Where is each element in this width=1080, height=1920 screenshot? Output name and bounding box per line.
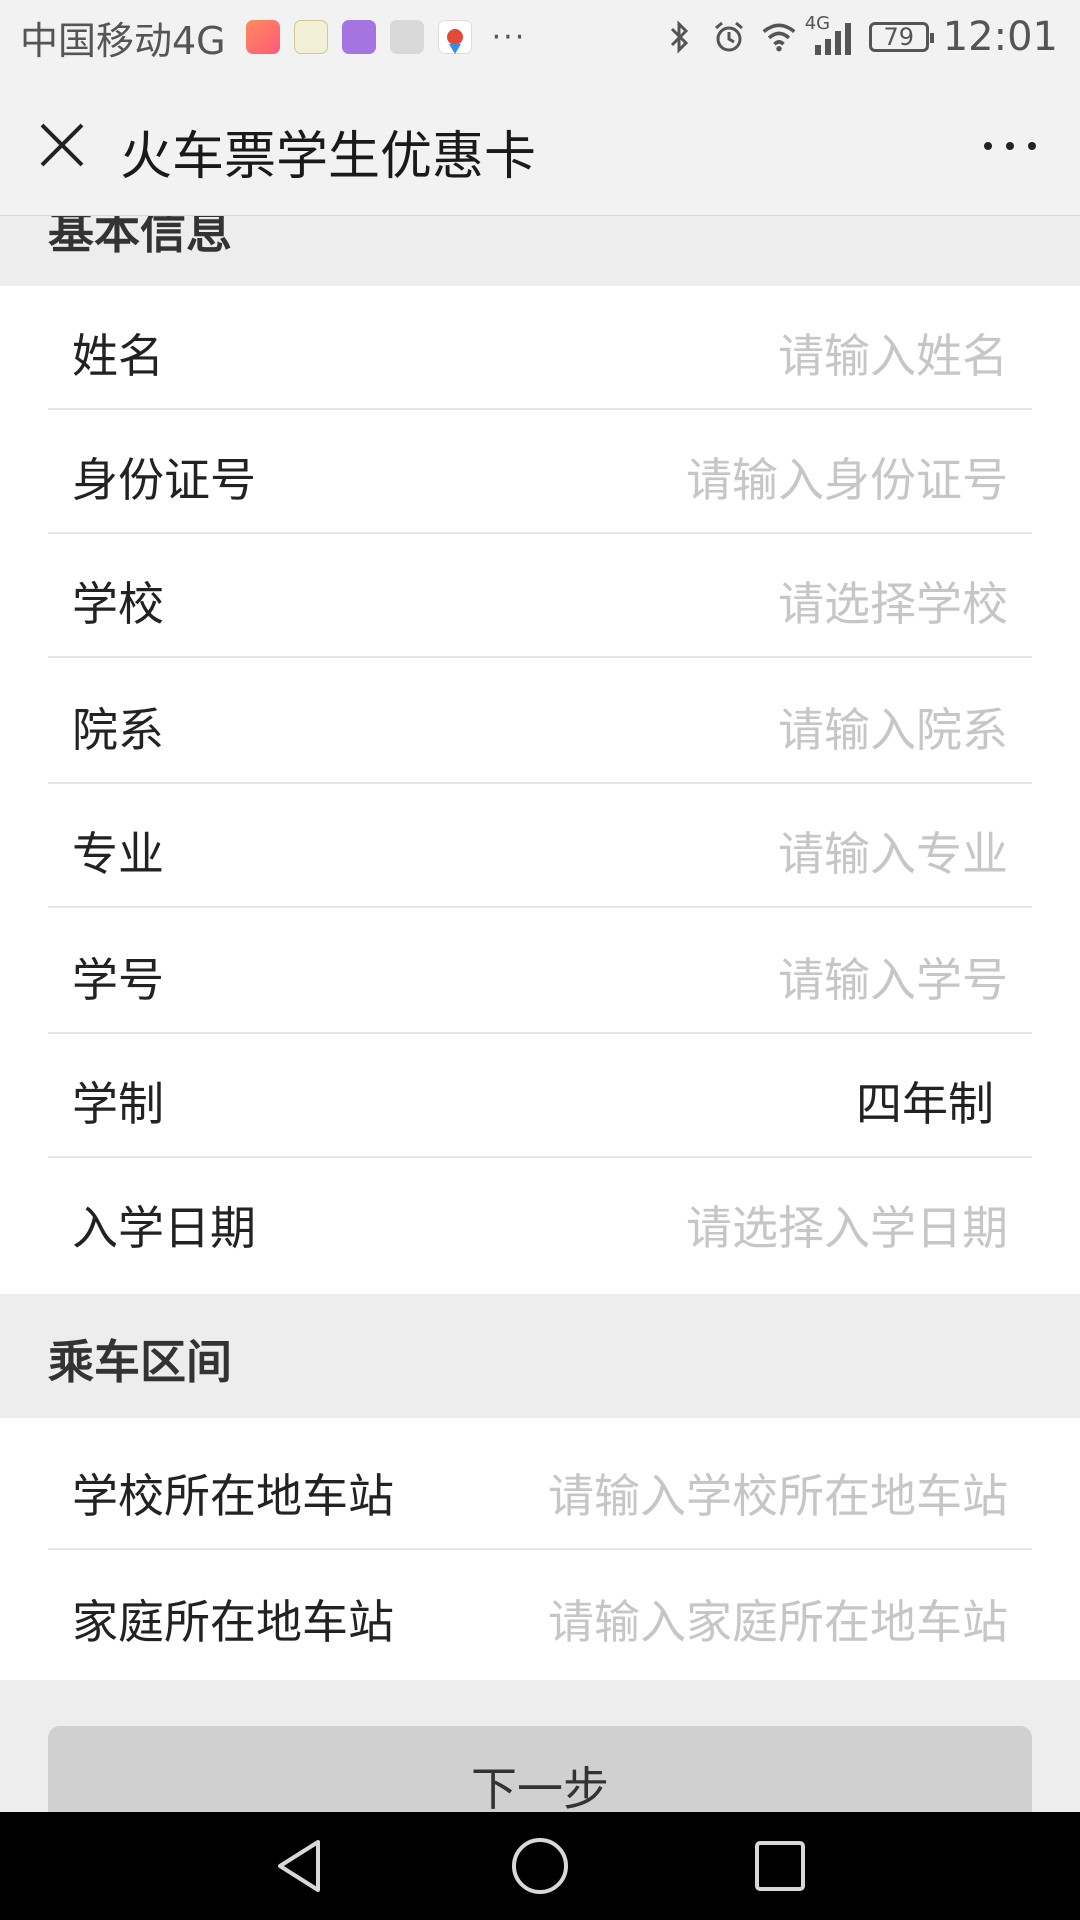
gallery-app-icon <box>341 20 376 54</box>
signal-icon: 4G <box>805 13 855 57</box>
basic-info-group: 姓名 请输入姓名 身份证号 请输入身份证号 学校 请选择学校 院系 请输入院系 … <box>0 286 1080 1294</box>
program-length-select[interactable]: 四年制 <box>856 1068 994 1134</box>
back-icon[interactable] <box>270 1836 330 1896</box>
field-home-station[interactable]: 家庭所在地车站 请输入家庭所在地车站 <box>48 1552 1032 1676</box>
school-select[interactable]: 请选择学校 <box>778 568 1008 634</box>
field-student-id[interactable]: 学号 请输入学号 <box>48 910 1032 1034</box>
battery-level: 79 <box>883 23 914 51</box>
id-number-input[interactable]: 请输入身份证号 <box>686 444 1008 510</box>
map-app-icon <box>437 20 472 54</box>
field-label: 入学日期 <box>72 1201 256 1255</box>
recents-icon[interactable] <box>750 1836 810 1896</box>
field-department[interactable]: 院系 请输入院系 <box>48 660 1032 784</box>
field-id-number[interactable]: 身份证号 请输入身份证号 <box>48 410 1032 534</box>
student-id-input[interactable]: 请输入学号 <box>778 944 1008 1010</box>
section-title: 基本信息 <box>48 216 232 259</box>
field-label: 专业 <box>72 827 164 881</box>
education-app-icon <box>293 20 328 54</box>
close-icon[interactable] <box>36 119 88 171</box>
section-header-basic-info: 基本信息 <box>0 216 1080 286</box>
status-bar: 中国移动4G ··· 4G 79 12:01 <box>0 0 1080 74</box>
field-major[interactable]: 专业 请输入专业 <box>48 784 1032 908</box>
field-label: 姓名 <box>72 329 164 383</box>
font-app-icon <box>389 20 424 54</box>
more-notifications-icon: ··· <box>491 19 527 55</box>
title-bar: 火车票学生优惠卡 <box>0 74 1080 216</box>
next-step-label: 下一步 <box>471 1762 609 1812</box>
field-label: 身份证号 <box>72 453 256 507</box>
field-enrollment-date[interactable]: 入学日期 请选择入学日期 <box>48 1158 1032 1282</box>
more-options-icon[interactable] <box>980 124 1040 168</box>
department-input[interactable]: 请输入院系 <box>778 694 1008 760</box>
bluetooth-icon <box>670 20 688 54</box>
enrollment-date-select[interactable]: 请选择入学日期 <box>686 1192 1008 1258</box>
next-step-button[interactable]: 下一步 <box>48 1726 1032 1812</box>
route-group: 学校所在地车站 请输入学校所在地车站 家庭所在地车站 请输入家庭所在地车站 <box>0 1418 1080 1680</box>
battery-icon: 79 <box>868 22 934 52</box>
field-label: 学号 <box>72 953 164 1007</box>
field-program-length[interactable]: 学制 四年制 <box>48 1034 1032 1158</box>
section-title: 乘车区间 <box>48 1335 232 1389</box>
section-header-route: 乘车区间 <box>0 1294 1080 1418</box>
clock: 12:01 <box>942 14 1058 60</box>
field-name[interactable]: 姓名 请输入姓名 <box>48 286 1032 410</box>
page-title: 火车票学生优惠卡 <box>120 127 537 187</box>
carrier-label: 中国移动4G <box>20 18 226 63</box>
health-app-icon <box>245 20 280 54</box>
field-school[interactable]: 学校 请选择学校 <box>48 534 1032 658</box>
wifi-icon <box>762 23 796 52</box>
major-input[interactable]: 请输入专业 <box>778 818 1008 884</box>
alarm-icon <box>714 21 743 52</box>
field-label: 院系 <box>72 703 164 757</box>
field-label: 学制 <box>72 1077 164 1131</box>
field-label: 学校 <box>72 577 164 631</box>
name-input[interactable]: 请输入姓名 <box>778 320 1008 386</box>
home-icon[interactable] <box>510 1836 570 1896</box>
system-nav-bar <box>0 1812 1080 1920</box>
form-content[interactable]: 基本信息 姓名 请输入姓名 身份证号 请输入身份证号 学校 请选择学校 院系 请… <box>0 216 1080 1812</box>
field-label: 学校所在地车站 <box>72 1469 394 1523</box>
field-label: 家庭所在地车站 <box>72 1595 394 1649</box>
home-station-input[interactable]: 请输入家庭所在地车站 <box>548 1586 1008 1652</box>
field-school-station[interactable]: 学校所在地车站 请输入学校所在地车站 <box>48 1426 1032 1550</box>
school-station-input[interactable]: 请输入学校所在地车站 <box>548 1460 1008 1526</box>
